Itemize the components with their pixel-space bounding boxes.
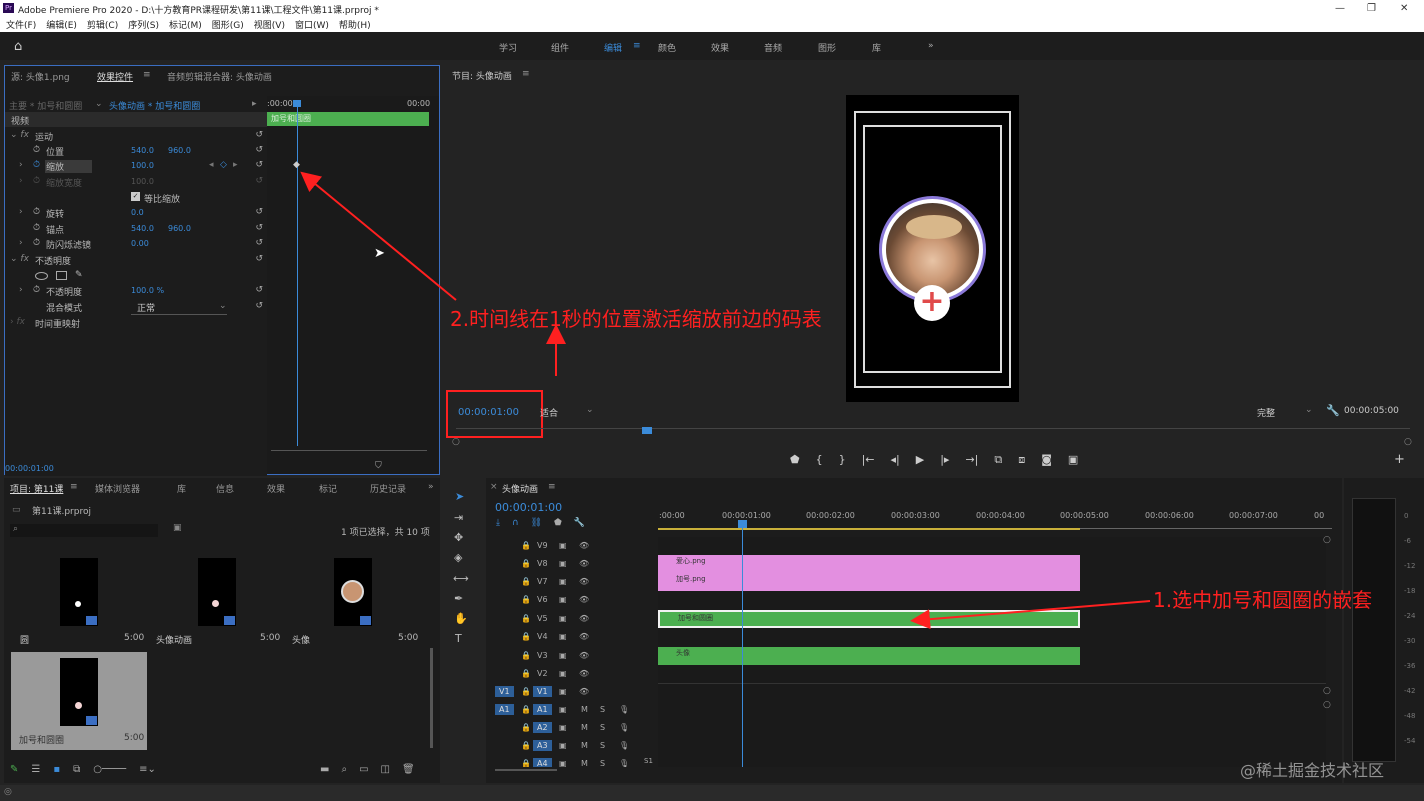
annotation-arrows xyxy=(300,171,1151,630)
annotation-step-2: 2.时间线在1秒的位置激活缩放前边的码表 xyxy=(450,307,822,331)
status-icon: ◎ xyxy=(4,787,12,797)
annotation-step-1: 1.选中加号和圆圈的嵌套 xyxy=(1153,588,1373,612)
status-bar: ◎ xyxy=(0,785,1424,801)
watermark: @稀土掘金技术社区 xyxy=(1240,761,1385,780)
